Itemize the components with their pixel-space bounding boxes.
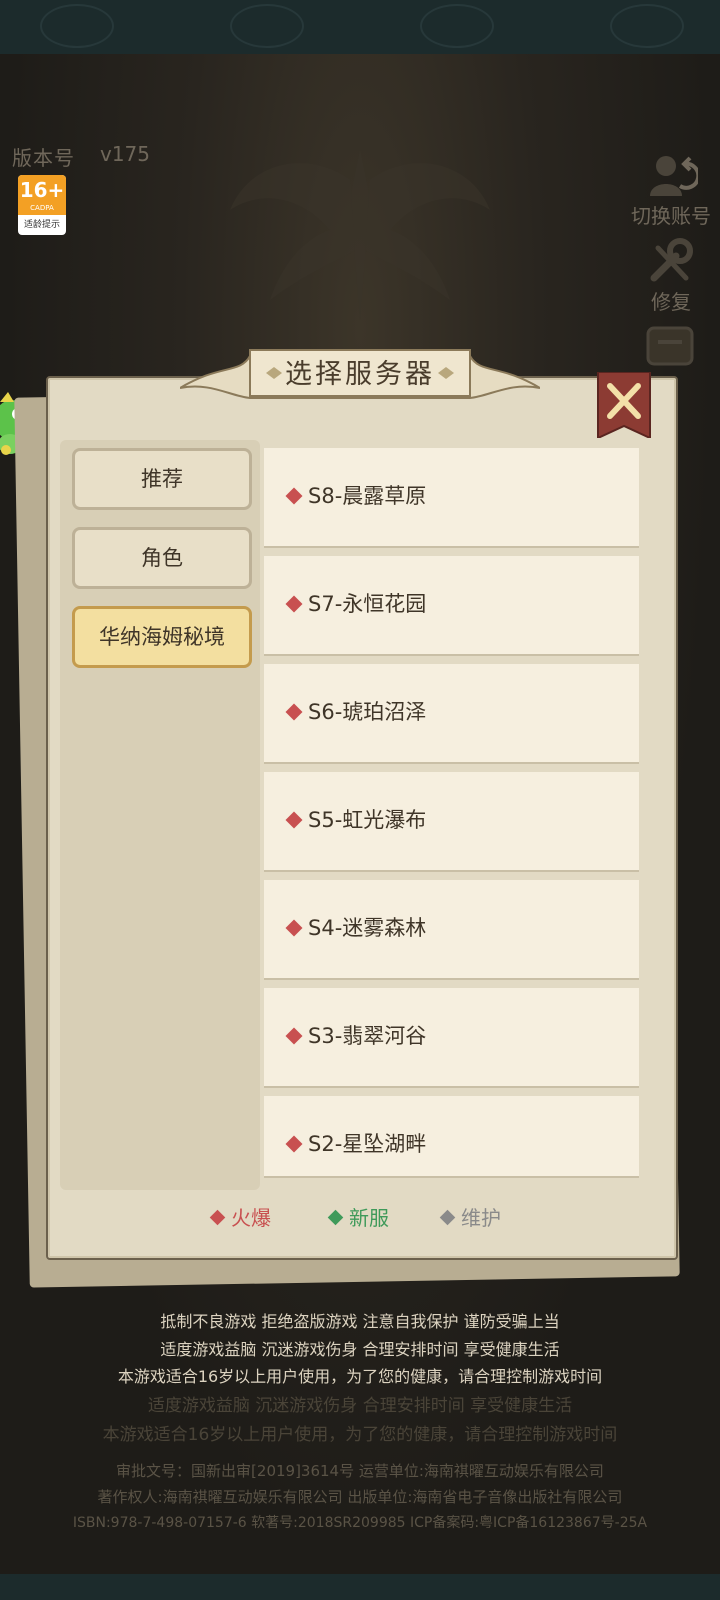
health-notice-line-4: 适度游戏益脑 沉迷游戏伤身 合理安排时间 享受健康生活	[147, 1396, 573, 1416]
server-name: S3-翡翠河谷	[308, 1024, 427, 1048]
cat-decoration-icon	[610, 4, 684, 48]
copyright-line-2: 著作权人:海南祺曜互动娱乐有限公司 出版单位:海南省电子音像出版社有限公司	[97, 1488, 623, 1506]
tab-characters[interactable]: 角色	[72, 527, 252, 589]
age-rating-caption: 适龄提示	[23, 220, 60, 230]
bottom-bar	[0, 1574, 720, 1600]
switch-account-label: 切换账号	[631, 204, 711, 228]
repair-button[interactable]: 修复	[626, 238, 716, 315]
maintenance-diamond-icon	[439, 1209, 456, 1226]
health-notice-line-1: 抵制不良游戏 拒绝盗版游戏 注意自我保护 谨防受骗上当	[160, 1312, 560, 1331]
status-hot-icon	[285, 811, 303, 829]
legend-new: 新服	[327, 1202, 389, 1231]
version-label: 版本号	[12, 146, 75, 170]
server-item-s3[interactable]: S3-翡翠河谷	[264, 988, 639, 1086]
server-name: S5-虹光瀑布	[308, 808, 427, 832]
close-button[interactable]	[596, 372, 652, 438]
repair-label: 修复	[651, 290, 691, 314]
status-hot-icon	[285, 703, 303, 721]
hot-diamond-icon	[209, 1209, 226, 1226]
status-hot-icon	[285, 595, 303, 613]
health-notice-line-5: 本游戏适合16岁以上用户使用，为了您的健康，请合理控制游戏时间	[102, 1425, 618, 1445]
server-item-s2[interactable]: S2-星坠湖畔	[264, 1096, 639, 1176]
server-item-s8[interactable]: S8-晨露草原	[264, 448, 639, 546]
server-name: S2-星坠湖畔	[308, 1132, 427, 1156]
server-name: S6-琥珀沼泽	[308, 700, 427, 724]
legend-maintenance: 维护	[439, 1202, 501, 1231]
dialog-title: 选择服务器	[285, 359, 435, 390]
age-rating-org: CADPA	[30, 204, 54, 212]
status-hot-icon	[285, 1135, 303, 1153]
legend-maintenance-label: 维护	[461, 1206, 501, 1230]
copyright-line-3: ISBN:978-7-498-07157-6 软著号:2018SR209985 …	[72, 1515, 648, 1531]
cat-decoration-icon	[230, 4, 304, 48]
copyright-line-1: 审批文号：国新出审[2019]3614号 运营单位:海南祺曜互动娱乐有限公司	[116, 1462, 604, 1480]
server-name: S4-迷雾森林	[308, 916, 427, 940]
cat-decoration-icon	[420, 4, 494, 48]
legend-new-label: 新服	[349, 1206, 389, 1230]
status-hot-icon	[285, 1027, 303, 1045]
status-hot-icon	[285, 919, 303, 937]
version-value: v175	[100, 142, 151, 166]
server-name: S7-永恒花园	[308, 592, 427, 616]
health-notice-line-3: 本游戏适合16岁以上用户使用，为了您的健康，请合理控制游戏时间	[117, 1367, 603, 1386]
tab-recommended[interactable]: 推荐	[72, 448, 252, 510]
server-item-s5[interactable]: S5-虹光瀑布	[264, 772, 639, 870]
switch-account-icon	[650, 156, 698, 196]
new-diamond-icon	[327, 1209, 344, 1226]
legend-hot: 火爆	[209, 1202, 271, 1231]
game-logo-emblem-icon	[230, 150, 490, 320]
tab-vanaheim-realm[interactable]: 华纳海姆秘境	[72, 606, 252, 668]
switch-account-button[interactable]: 切换账号	[626, 150, 716, 229]
age-rating-badge[interactable]: 16+ CADPA 适龄提示	[18, 175, 66, 235]
cat-decoration-icon	[40, 4, 114, 48]
server-item-s7[interactable]: S7-永恒花园	[264, 556, 639, 654]
server-name: S8-晨露草原	[308, 484, 427, 508]
health-notice-line-2: 适度游戏益脑 沉迷游戏伤身 合理安排时间 享受健康生活	[160, 1340, 560, 1359]
top-bar	[0, 0, 720, 54]
status-hot-icon	[285, 487, 303, 505]
notice-board-icon[interactable]	[640, 320, 700, 370]
server-item-s4[interactable]: S4-迷雾森林	[264, 880, 639, 978]
wrench-icon	[650, 238, 693, 282]
legend-hot-label: 火爆	[231, 1206, 271, 1230]
server-item-s6[interactable]: S6-琥珀沼泽	[264, 664, 639, 762]
